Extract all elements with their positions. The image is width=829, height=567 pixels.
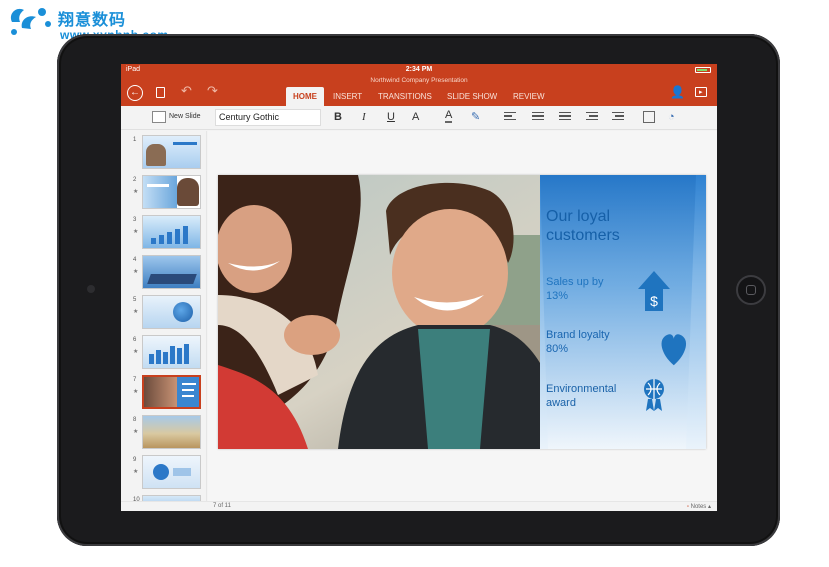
stage: 翔意数码 www.xynbnb.com iPad 2:34 PM Northwi…	[0, 0, 829, 567]
notes-button[interactable]: ▫ Notes ▴	[687, 503, 711, 510]
thumbnail-row[interactable]: 8 ★	[121, 415, 207, 451]
status-time: 2:34 PM	[405, 66, 433, 73]
thumbnail-number: 6	[133, 337, 137, 343]
slide-photo: $	[218, 175, 706, 449]
slide-title-line1: Our loyal	[546, 208, 611, 225]
numbered-list-icon[interactable]	[559, 112, 571, 122]
thumbnail-number: 2	[133, 177, 137, 183]
transition-star-icon: ★	[133, 189, 139, 195]
thumbnail-row[interactable]: 2 ★	[121, 175, 207, 211]
tab-insert[interactable]: INSERT	[333, 87, 362, 106]
transition-star-icon: ★	[133, 349, 139, 355]
font-name-field[interactable]: Century Gothic	[215, 109, 321, 126]
stat-environment-label: Environmental	[546, 383, 617, 395]
transition-star-icon: ★	[133, 229, 139, 235]
battery-fill	[697, 69, 708, 71]
splash-logo-icon	[10, 8, 51, 35]
thumbnail-number: 3	[133, 217, 137, 223]
transition-star-icon: ★	[133, 469, 139, 475]
shapes-icon[interactable]: ◔	[668, 110, 675, 124]
transition-star-icon: ★	[133, 429, 139, 435]
text-effects-button[interactable]: A	[412, 110, 419, 124]
stat-loyalty-value: 80%	[546, 343, 569, 355]
thumbnail-number: 9	[133, 457, 137, 463]
status-footer: 7 of 11 ▫ Notes ▴	[121, 501, 717, 511]
battery-icon	[695, 67, 711, 73]
transition-star-icon: ★	[133, 269, 139, 275]
current-slide[interactable]: $ Our loyal customers Sales up by 13% Br…	[218, 175, 706, 449]
slide-page-count: 7 of 11	[213, 503, 231, 509]
new-slide-icon[interactable]	[152, 111, 166, 123]
stat-loyalty-label: Brand loyalty	[546, 329, 610, 341]
tab-transitions[interactable]: TRANSITIONS	[378, 87, 432, 106]
add-person-icon[interactable]: 👤	[670, 86, 685, 98]
stat-sales-label: Sales up by	[546, 276, 604, 288]
thumbnail-number: 8	[133, 417, 137, 423]
slide-canvas[interactable]: $ Our loyal customers Sales up by 13% Br…	[208, 131, 717, 501]
slide-thumbnail[interactable]	[142, 135, 201, 169]
svg-text:$: $	[650, 293, 658, 309]
textbox-icon[interactable]	[643, 111, 655, 123]
stat-loyalty[interactable]: Brand loyalty 80%	[546, 328, 610, 356]
stat-sales[interactable]: Sales up by 13%	[546, 275, 603, 303]
watermark-brand: 翔意数码	[58, 10, 127, 29]
slide-title[interactable]: Our loyal customers	[546, 207, 620, 245]
camera-dot	[87, 285, 95, 293]
formatting-toolbar: New Slide Century Gothic B I U A A ✎ ◔	[121, 106, 717, 130]
thumbnail-number: 5	[133, 297, 137, 303]
redo-icon[interactable]: ↷	[207, 84, 218, 97]
slide-thumbnail[interactable]	[142, 215, 201, 249]
slide-thumbnail-selected[interactable]	[142, 375, 201, 409]
font-color-button[interactable]: A	[445, 110, 453, 123]
thumbnail-row[interactable]: 3 ★	[121, 215, 207, 251]
slide-thumbnail[interactable]	[142, 175, 201, 209]
slide-thumbnail[interactable]	[142, 335, 201, 369]
stat-environment[interactable]: Environmental award	[546, 382, 616, 410]
slide-thumbnail[interactable]	[142, 415, 201, 449]
bullet-list-icon[interactable]	[532, 112, 544, 122]
thumbnail-row[interactable]: 4 ★	[121, 255, 207, 291]
tab-home[interactable]: HOME	[286, 87, 324, 106]
thumbnail-number: 4	[133, 257, 137, 263]
thumbnail-row[interactable]: 1	[121, 135, 207, 171]
status-bar: iPad 2:34 PM	[121, 64, 717, 76]
ribbon-header: iPad 2:34 PM Northwind Company Presentat…	[121, 64, 717, 106]
slide-thumbnail-rail: 1 2 ★ 3 ★ 4 ★ 5 ★ 6 ★ 7 ★ 8 ★ 9 ★ 10	[121, 131, 207, 511]
thumbnail-row-selected[interactable]: 7 ★	[121, 375, 207, 411]
thumbnail-row[interactable]: 9 ★	[121, 455, 207, 491]
tab-review[interactable]: REVIEW	[513, 87, 545, 106]
app-screen: iPad 2:34 PM Northwind Company Presentat…	[121, 64, 717, 511]
stat-environment-value: award	[546, 397, 576, 409]
transition-star-icon: ★	[133, 309, 139, 315]
notes-label: Notes	[690, 504, 707, 510]
present-icon[interactable]: ▸	[695, 87, 707, 97]
undo-icon[interactable]: ↶	[181, 84, 192, 97]
new-slide-button[interactable]: New Slide	[169, 113, 201, 120]
thumbnail-row[interactable]: 5 ★	[121, 295, 207, 331]
underline-button[interactable]: U	[387, 110, 395, 124]
increase-indent-icon[interactable]	[612, 112, 624, 122]
slide-thumbnail[interactable]	[142, 295, 201, 329]
home-button[interactable]	[736, 275, 766, 305]
bold-button[interactable]: B	[334, 110, 342, 124]
thumbnail-row[interactable]: 6 ★	[121, 335, 207, 371]
home-square-icon	[746, 285, 756, 295]
slide-thumbnail[interactable]	[142, 255, 201, 289]
decrease-indent-icon[interactable]	[586, 112, 598, 122]
align-left-icon[interactable]	[504, 112, 516, 122]
back-arrow-icon[interactable]: ←	[127, 85, 143, 101]
thumbnail-number: 7	[133, 377, 137, 383]
slide-title-line2: customers	[546, 227, 620, 244]
italic-button[interactable]: I	[362, 110, 366, 124]
file-icon[interactable]	[156, 87, 165, 98]
slide-thumbnail[interactable]	[142, 455, 201, 489]
stat-sales-value: 13%	[546, 290, 569, 302]
thumbnail-number: 1	[133, 137, 137, 143]
tab-slide-show[interactable]: SLIDE SHOW	[447, 87, 497, 106]
transition-star-icon: ★	[133, 389, 139, 395]
notes-icon: ▫	[686, 504, 689, 510]
highlight-pen-icon[interactable]: ✎	[471, 110, 480, 124]
